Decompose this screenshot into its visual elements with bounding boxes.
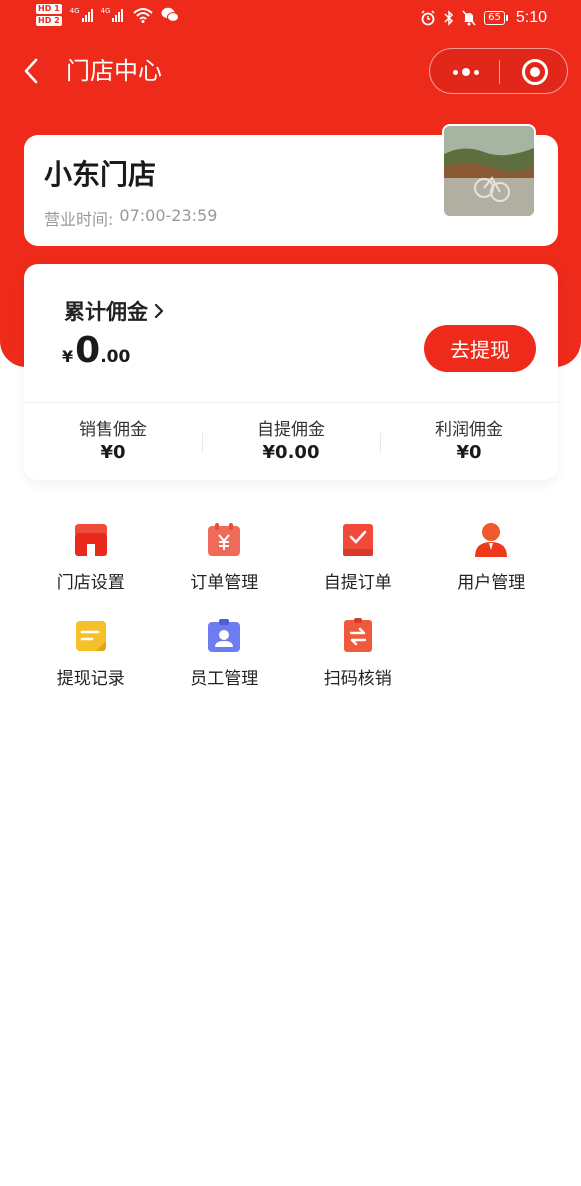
capsule-divider [499,60,500,84]
menu-scan-verify[interactable]: 扫码核销 [291,616,425,690]
amount-integer: 0 [75,330,101,371]
status-bar-left: HD 1 HD 2 4G 4G [36,4,180,26]
function-menu: 门店设置 订单管理 自提订单 用户管理 提现记录 员工管理 扫码核销 [24,520,558,690]
stat-label: 销售佣金 [79,419,147,440]
pickup-order-icon [342,524,373,556]
menu-staff-management[interactable]: 员工管理 [158,616,292,690]
commission-stats: 销售佣金 ¥0 自提佣金 ¥0.00 利润佣金 ¥0 [24,403,558,480]
mute-icon [462,10,476,26]
menu-order-management[interactable]: 订单管理 [158,520,292,594]
page-title: 门店中心 [66,57,162,85]
menu-label: 门店设置 [56,573,125,593]
menu-label: 订单管理 [190,573,259,593]
menu-user-management[interactable]: 用户管理 [425,520,559,594]
hd1-badge: HD 1 [36,4,62,14]
network-1-label: 4G [69,7,80,15]
amount-decimal: .00 [100,347,131,367]
user-icon [475,523,508,557]
menu-label: 提现记录 [56,669,125,689]
bicycle-photo-icon [444,126,534,216]
battery-icon: 65 [484,11,508,25]
scan-verify-icon [343,618,372,652]
total-commission-amount: ¥ 0 .00 [62,330,130,372]
menu-label: 员工管理 [190,669,259,689]
wifi-icon [133,8,154,23]
network-2-label: 4G [100,7,111,15]
stat-label: 利润佣金 [435,419,503,440]
hd-indicators: HD 1 HD 2 [36,4,62,26]
clock-time: 5:10 [515,9,547,26]
status-bar: HD 1 HD 2 4G 4G 65 5:10 [0,0,581,38]
order-icon [208,523,241,556]
store-hours: 营业时间: 07:00-23:59 [44,206,217,230]
stat-pickup-commission[interactable]: 自提佣金 ¥0.00 [202,403,380,480]
more-dots-icon[interactable] [448,62,484,82]
store-icon [74,524,107,556]
nav-bar: 门店中心 [0,44,581,100]
menu-label: 扫码核销 [323,669,392,689]
stat-profit-commission[interactable]: 利润佣金 ¥0 [380,403,558,480]
miniprogram-capsule [429,48,568,94]
currency-symbol: ¥ [62,347,74,366]
menu-store-settings[interactable]: 门店设置 [24,520,158,594]
withdraw-button[interactable]: 去提现 [424,325,536,372]
back-arrow-icon[interactable] [20,56,44,86]
stat-value: ¥0 [456,441,482,463]
wechat-icon [161,7,180,22]
total-commission-title: 累计佣金 [64,300,148,324]
stat-sales-commission[interactable]: 销售佣金 ¥0 [24,403,202,480]
close-target-icon[interactable] [522,59,548,85]
menu-label: 自提订单 [323,573,392,593]
status-bar-right: 65 5:10 [420,9,547,27]
signal-1-icon: 4G [70,8,93,22]
stat-value: ¥0 [100,441,126,463]
store-name: 小东门店 [44,158,157,191]
alarm-icon [421,10,435,26]
battery-level: 65 [484,11,505,25]
menu-pickup-orders[interactable]: 自提订单 [291,520,425,594]
bluetooth-icon [444,10,454,26]
staff-icon [208,619,241,652]
withdraw-record-icon [75,621,106,651]
menu-label: 用户管理 [457,573,526,593]
commission-card: 累计佣金 ¥ 0 .00 去提现 销售佣金 ¥0 自提佣金 ¥0.00 利润佣金… [24,264,558,480]
signal-2-icon: 4G [101,8,124,22]
stat-label: 自提佣金 [257,419,325,440]
store-hours-label: 营业时间: [44,210,114,229]
store-hours-value: 07:00-23:59 [119,206,218,225]
store-photo[interactable] [442,124,536,218]
stat-value: ¥0.00 [262,441,320,463]
menu-withdraw-records[interactable]: 提现记录 [24,616,158,690]
hd2-badge: HD 2 [36,16,62,26]
chevron-right-icon [154,303,164,319]
total-commission-link[interactable]: 累计佣金 [64,296,164,326]
